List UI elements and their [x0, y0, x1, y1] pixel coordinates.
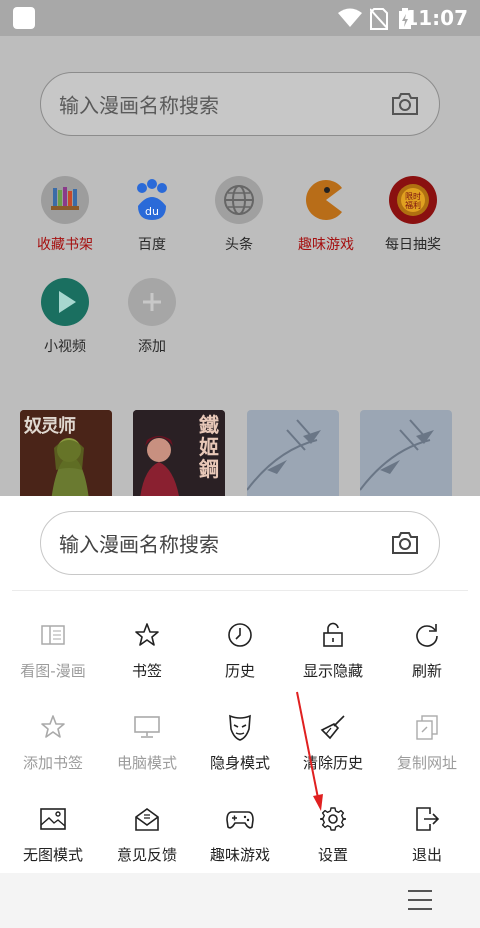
menu-item-label: 退出 [411, 846, 442, 864]
notification-app-icon [13, 7, 35, 29]
play-icon [41, 278, 89, 326]
comic-cover-placeholder[interactable] [247, 410, 339, 496]
menu-item-label: 看图-漫画 [20, 662, 86, 680]
search-placeholder: 输入漫画名称搜索 [59, 532, 219, 557]
reader-icon [5, 620, 101, 650]
menu-item-incognito[interactable]: 隐身模式 [192, 712, 288, 773]
menu-item-reader-mode[interactable]: 看图-漫画 [5, 620, 101, 681]
copy-link-icon [379, 712, 475, 742]
refresh-icon [379, 620, 475, 650]
menu-item-label: 电脑模式 [116, 754, 177, 772]
mask-icon [192, 712, 288, 742]
svg-text:福利: 福利 [405, 200, 421, 210]
menu-item-bookmarks[interactable]: 书签 [99, 620, 195, 681]
gamepad-icon [192, 804, 288, 834]
baidu-paw-icon: du [128, 176, 176, 224]
comic-cover[interactable]: 奴灵师 [20, 410, 112, 496]
star-icon [99, 620, 195, 650]
menu-item-label: 设置 [317, 846, 348, 864]
shortcut-label: 头条 [225, 237, 253, 253]
shortcut-label: 每日抽奖 [385, 237, 441, 253]
menu-item-label: 添加书签 [22, 754, 83, 772]
menu-item-label: 刷新 [411, 662, 442, 680]
menu-item-feedback[interactable]: 意见反馈 [99, 804, 195, 865]
menu-item-label: 无图模式 [22, 846, 83, 864]
camera-icon[interactable] [391, 92, 419, 116]
feedback-mail-icon [99, 804, 195, 834]
menu-item-exit[interactable]: 退出 [379, 804, 475, 865]
menu-item-desktop-mode[interactable]: 电脑模式 [99, 712, 195, 773]
shortcut-toutiao[interactable]: 头条 [199, 176, 279, 254]
search-placeholder: 输入漫画名称搜索 [59, 93, 219, 118]
shortcut-label: 趣味游戏 [298, 237, 354, 253]
camera-icon[interactable] [391, 531, 419, 555]
clock-time: 11:07 [404, 6, 468, 30]
shortcut-label: 收藏书架 [37, 237, 93, 253]
star-outline-icon [5, 712, 101, 742]
gear-icon [285, 804, 381, 834]
menu-item-no-image-mode[interactable]: 无图模式 [5, 804, 101, 865]
shortcut-baidu[interactable]: du 百度 [112, 176, 192, 254]
background-page: 输入漫画名称搜索 收藏书架 du 百度 头条 趣味游戏 限时 福利 每日抽奖 小… [0, 36, 480, 496]
menu-item-history[interactable]: 历史 [192, 620, 288, 681]
wifi-icon [338, 8, 362, 27]
menu-item-label: 趣味游戏 [209, 846, 270, 864]
menu-divider [12, 590, 468, 591]
comic-cover-title: 鐵姬鋼 [199, 413, 219, 481]
exit-icon [379, 804, 475, 834]
no-sim-icon [370, 8, 388, 30]
menu-sheet: 输入漫画名称搜索 看图-漫画 书签 历史 显示隐藏 刷新 添加书签 电脑模式 隐… [0, 496, 480, 928]
image-icon [5, 804, 101, 834]
shortcut-short-video[interactable]: 小视频 [25, 278, 105, 356]
shortcut-label: 百度 [138, 237, 166, 253]
menu-item-label: 隐身模式 [209, 754, 270, 772]
monitor-icon [99, 712, 195, 742]
menu-item-copy-url[interactable]: 复制网址 [379, 712, 475, 773]
svg-text:限时: 限时 [405, 191, 421, 201]
menu-item-settings[interactable]: 设置 [285, 804, 381, 865]
comic-cover[interactable]: 鐵姬鋼 [133, 410, 225, 496]
comic-cover-placeholder[interactable] [360, 410, 452, 496]
menu-toggle-icon[interactable] [408, 890, 432, 910]
menu-item-add-bookmark[interactable]: 添加书签 [5, 712, 101, 773]
shortcut-label: 小视频 [44, 339, 86, 355]
background-search-bar[interactable]: 输入漫画名称搜索 [40, 72, 440, 136]
status-bar: 11:07 [0, 0, 480, 36]
clock-icon [192, 620, 288, 650]
menu-item-label: 意见反馈 [116, 846, 177, 864]
bookshelf-icon [41, 176, 89, 224]
menu-item-label: 复制网址 [396, 754, 457, 772]
lottery-icon: 限时 福利 [389, 176, 437, 224]
shortcut-bookshelf[interactable]: 收藏书架 [25, 176, 105, 254]
shortcut-add[interactable]: 添加 [112, 278, 192, 356]
menu-item-clear-history[interactable]: 清除历史 [285, 712, 381, 773]
menu-item-show-hidden[interactable]: 显示隐藏 [285, 620, 381, 681]
menu-item-fun-games[interactable]: 趣味游戏 [192, 804, 288, 865]
globe-icon [215, 176, 263, 224]
shortcut-daily-lottery[interactable]: 限时 福利 每日抽奖 [373, 176, 453, 254]
menu-item-label: 清除历史 [302, 754, 363, 772]
plus-icon [128, 278, 176, 326]
svg-text:du: du [145, 205, 159, 218]
comic-cover-title: 奴灵师 [24, 416, 76, 437]
unlock-icon [285, 620, 381, 650]
shortcut-fun-games[interactable]: 趣味游戏 [286, 176, 366, 254]
menu-search-bar[interactable]: 输入漫画名称搜索 [40, 511, 440, 575]
pacman-icon [302, 176, 350, 224]
shortcut-label: 添加 [138, 339, 166, 355]
menu-item-label: 历史 [224, 662, 255, 680]
bottom-toolbar [0, 873, 480, 928]
menu-item-label: 显示隐藏 [302, 662, 363, 680]
menu-item-label: 书签 [131, 662, 162, 680]
broom-icon [285, 712, 381, 742]
menu-item-refresh[interactable]: 刷新 [379, 620, 475, 681]
